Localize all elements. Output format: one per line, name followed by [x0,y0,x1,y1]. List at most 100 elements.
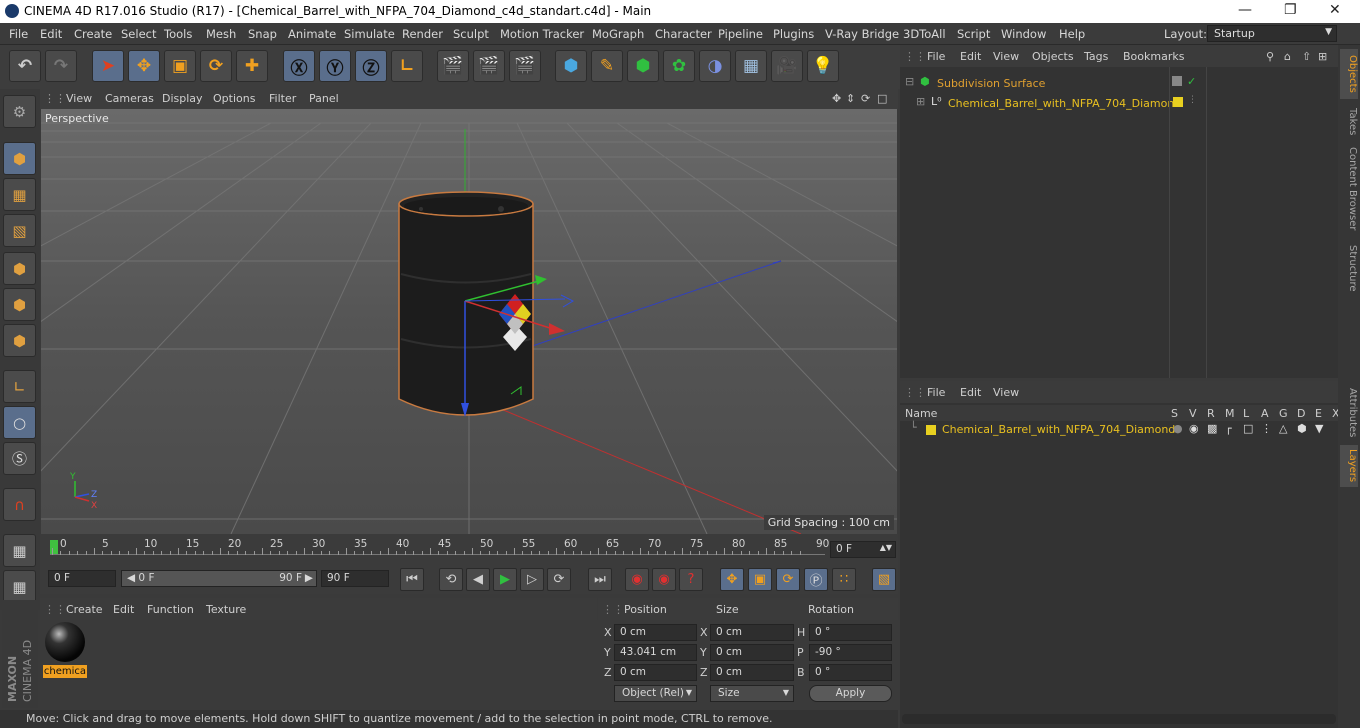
solo-dot-icon[interactable]: ● [1173,422,1183,435]
layer-name[interactable]: Chemical_Barrel_with_NFPA_704_Diamond [942,423,1175,436]
om-menu-tags[interactable]: Tags [1084,50,1108,63]
key-position-button[interactable]: ✥ [720,568,744,591]
next-key-button[interactable]: ⟳ [547,568,571,591]
go-to-end-button[interactable]: ⏭ [588,568,612,591]
layer-row[interactable]: └ Chemical_Barrel_with_NFPA_704_Diamond … [900,421,1338,439]
column-locked[interactable]: L [1243,407,1249,420]
coordinate-system-button[interactable]: ∟ [391,50,423,82]
collapse-icon[interactable]: ⊟ [905,75,914,88]
time-range-slider[interactable]: ◀ 0 F 90 F ▶ [121,570,317,587]
material-menu-create[interactable]: Create [66,603,103,616]
magnet-button[interactable]: ∩ [3,488,36,521]
lm-menu-file[interactable]: File [927,386,945,399]
menu-vray-bridge[interactable]: V-Ray Bridge [825,27,899,41]
previous-frame-button[interactable]: ◀ [466,568,490,591]
y-axis-lock-button[interactable]: Ⓨ [319,50,351,82]
axis-mode-button[interactable]: ∟ [3,370,36,403]
menu-create[interactable]: Create [74,27,112,41]
tab-structure[interactable]: Structure [1340,239,1358,297]
rotation-p-field[interactable]: -90 ° [809,644,892,661]
object-name[interactable]: Subdivision Surface [937,77,1045,90]
coordinate-mode-dropdown[interactable]: Object (Rel) ▼ [614,685,697,702]
lock-icon[interactable]: □ [1243,422,1253,435]
maximize-icon[interactable]: ❐ [1284,2,1297,18]
max-time-field[interactable]: 90 F [321,570,389,587]
menu-3dtoall[interactable]: 3DToAll [903,27,946,41]
viewport-menu-display[interactable]: Display [162,92,203,105]
deformer-button[interactable]: ◑ [699,50,731,82]
cube-object-button[interactable]: ⬢ [555,50,587,82]
size-y-field[interactable]: 0 cm [710,644,794,661]
position-z-field[interactable]: 0 cm [614,664,697,681]
play-button[interactable]: ▶ [493,568,517,591]
key-rotation-button[interactable]: ⟳ [776,568,800,591]
floor-button[interactable]: ▦ [735,50,767,82]
key-scale-button[interactable]: ▣ [748,568,772,591]
menu-plugins[interactable]: Plugins [773,27,814,41]
up-arrow-icon[interactable]: ⇧ [1302,50,1311,63]
edge-mode-button[interactable]: ⬢ [3,288,36,321]
menu-character[interactable]: Character [655,27,712,41]
timeline-window-button[interactable]: ▧ [872,568,896,591]
perspective-viewport[interactable]: Y Z X Perspective Grid Spacing : 100 cm [41,109,897,534]
tab-layers[interactable]: Layers [1340,445,1358,487]
column-view[interactable]: V [1189,407,1197,420]
rotation-b-field[interactable]: 0 ° [809,664,892,681]
menu-file[interactable]: File [9,27,28,41]
model-mode-button[interactable]: ⬢ [3,142,36,175]
menu-window[interactable]: Window [1001,27,1046,41]
tab-takes[interactable]: Takes [1340,103,1358,141]
viewport-pan-icon[interactable]: ✥ [832,92,841,105]
tab-content-browser[interactable]: Content Browser [1340,143,1358,235]
menu-animate[interactable]: Animate [288,27,336,41]
light-button[interactable]: 💡 [807,50,839,82]
visibility-dots-icon[interactable]: ⋮ [1188,95,1197,105]
workplane-mode-button[interactable]: ▧ [3,214,36,247]
key-parameter-button[interactable]: Ⓟ [804,568,828,591]
layer-color-swatch[interactable] [926,425,936,435]
menu-edit[interactable]: Edit [40,27,62,41]
current-frame-field[interactable]: 0 F ▲▼ [830,541,896,558]
column-generators[interactable]: G [1279,407,1288,420]
minimize-icon[interactable]: — [1238,2,1252,18]
menu-help[interactable]: Help [1059,27,1085,41]
z-axis-lock-button[interactable]: Ⓩ [355,50,387,82]
render-view-button[interactable]: 🎬 [437,50,469,82]
generator-icon[interactable]: △ [1279,422,1287,435]
viewport-menu-cameras[interactable]: Cameras [105,92,154,105]
column-animation[interactable]: A [1261,407,1269,420]
menu-render[interactable]: Render [402,27,443,41]
menu-sculpt[interactable]: Sculpt [453,27,489,41]
object-name[interactable]: Chemical_Barrel_with_NFPA_704_Diamond [948,97,1181,110]
timeline-ruler[interactable]: 0 5 10 15 20 25 30 35 40 45 50 55 60 65 70 75 80 85 90 0 F… [40,534,898,564]
new-window-icon[interactable]: ⊞ [1318,50,1327,63]
point-mode-button[interactable]: ⬢ [3,252,36,285]
column-solo[interactable]: S [1171,407,1178,420]
column-deformers[interactable]: D [1297,407,1305,420]
scale-tool-button[interactable]: ▣ [164,50,196,82]
move-tool-button[interactable]: ✥ [128,50,160,82]
column-manager[interactable]: M [1225,407,1235,420]
snap-button[interactable]: Ⓢ [3,442,36,475]
x-axis-lock-button[interactable]: Ⓧ [283,50,315,82]
om-menu-view[interactable]: View [993,50,1019,63]
tweak-mode-button[interactable]: ○ [3,406,36,439]
lm-menu-view[interactable]: View [993,386,1019,399]
planar-workplane-button[interactable]: ▦ [3,570,36,603]
min-time-field[interactable]: 0 F [48,570,116,587]
render-picture-viewer-button[interactable]: 🎬 [473,50,505,82]
apply-button[interactable]: Apply [809,685,892,702]
om-menu-edit[interactable]: Edit [960,50,981,63]
tab-attributes[interactable]: Attributes [1340,383,1358,443]
column-name[interactable]: Name [905,407,937,420]
previous-key-button[interactable]: ⟲ [439,568,463,591]
cloner-button[interactable]: ✿ [663,50,695,82]
size-z-field[interactable]: 0 cm [710,664,794,681]
material-menu-function[interactable]: Function [147,603,194,616]
lock-workplane-button[interactable]: ▦ [3,534,36,567]
om-menu-file[interactable]: File [927,50,945,63]
live-selection-button[interactable]: ➤ [92,50,124,82]
keyframe-selection-button[interactable]: ? [679,568,703,591]
tab-objects[interactable]: Objects [1340,49,1358,99]
subdivision-surface-button[interactable]: ⬢ [627,50,659,82]
